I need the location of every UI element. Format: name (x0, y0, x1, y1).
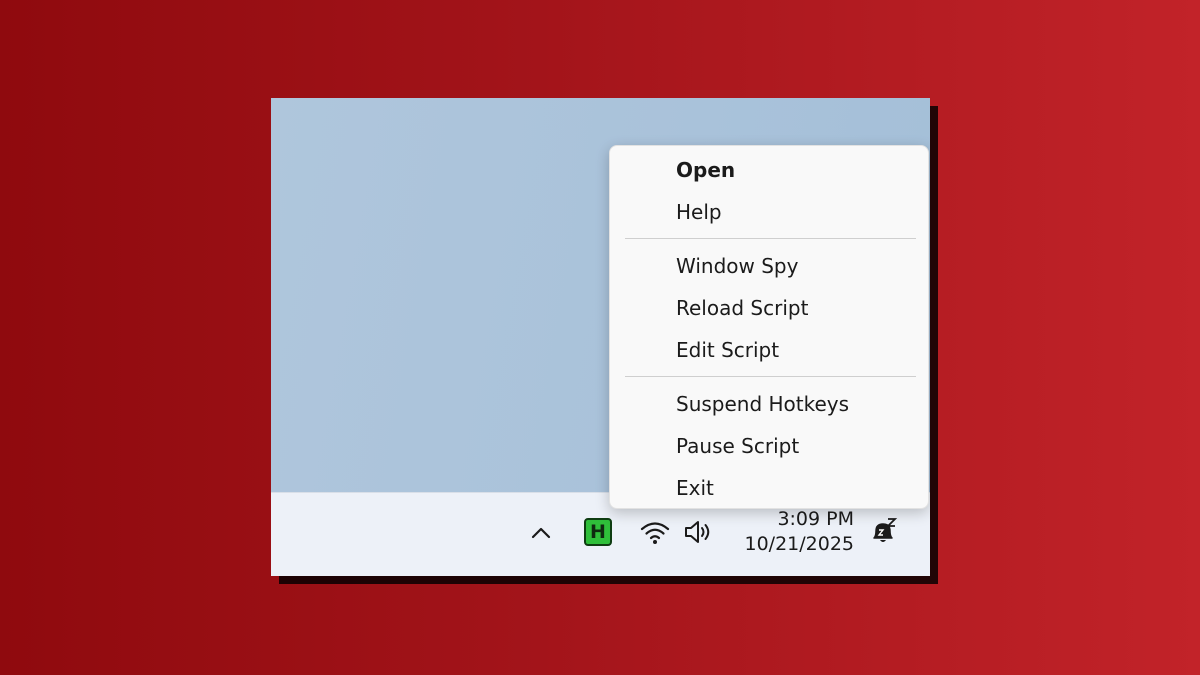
menu-item-reload-script[interactable]: Reload Script (676, 296, 808, 320)
volume-icon[interactable] (683, 519, 713, 545)
menu-item-help[interactable]: Help (676, 200, 722, 224)
clock-date: 10/21/2025 (744, 533, 854, 555)
menu-item-exit[interactable]: Exit (676, 476, 714, 500)
autohotkey-icon-letter: H (590, 521, 606, 543)
menu-separator (625, 238, 916, 239)
clock-time: 3:09 PM (777, 508, 854, 530)
menu-item-edit-script[interactable]: Edit Script (676, 338, 779, 362)
bell-snooze-icon[interactable] (868, 517, 898, 547)
screenshot-frame: H 3:09 PM 10/21/2025 Open Help Window Sp… (271, 98, 930, 576)
menu-item-pause-script[interactable]: Pause Script (676, 434, 799, 458)
autohotkey-icon[interactable]: H (584, 518, 612, 546)
wifi-icon[interactable] (640, 519, 670, 545)
clock[interactable]: 3:09 PM 10/21/2025 (726, 507, 854, 557)
menu-separator (625, 376, 916, 377)
tray-context-menu: Open Help Window Spy Reload Script Edit … (609, 145, 929, 509)
menu-item-window-spy[interactable]: Window Spy (676, 254, 798, 278)
menu-item-open[interactable]: Open (676, 158, 735, 182)
menu-item-suspend-hotkeys[interactable]: Suspend Hotkeys (676, 392, 849, 416)
chevron-up-icon[interactable] (529, 521, 553, 545)
